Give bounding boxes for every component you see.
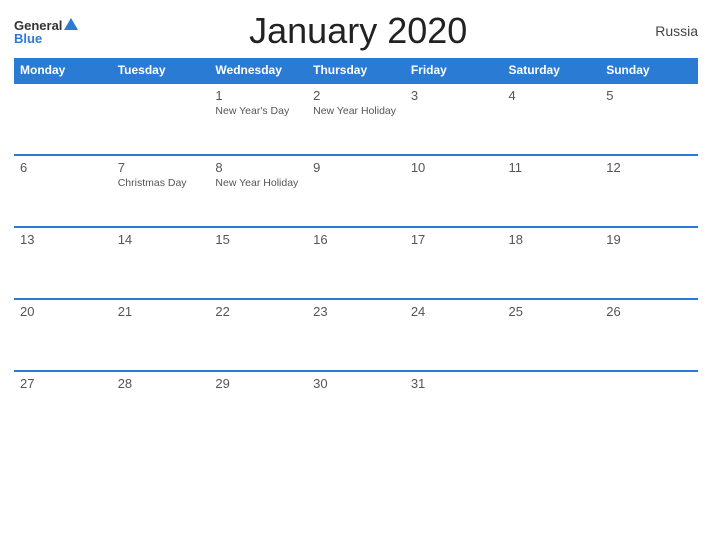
calendar-cell: 31 [405,371,503,443]
calendar-cell: 6 [14,155,112,227]
day-number: 14 [118,232,204,247]
calendar-cell: 8 New Year Holiday [209,155,307,227]
calendar-cell: 17 [405,227,503,299]
logo-blue-text: Blue [14,32,78,45]
day-number: 28 [118,376,204,391]
day-number: 24 [411,304,497,319]
calendar-cell: 4 [503,83,601,155]
day-number: 12 [606,160,692,175]
day-number: 11 [509,160,595,175]
calendar-header-row: MondayTuesdayWednesdayThursdayFridaySatu… [14,58,698,83]
calendar-cell: 16 [307,227,405,299]
calendar-cell: 23 [307,299,405,371]
day-number: 18 [509,232,595,247]
day-number: 17 [411,232,497,247]
day-number: 5 [606,88,692,103]
day-number: 31 [411,376,497,391]
day-header-sunday: Sunday [600,58,698,83]
calendar-cell: 14 [112,227,210,299]
calendar-cell: 27 [14,371,112,443]
day-number: 27 [20,376,106,391]
calendar-cell: 12 [600,155,698,227]
calendar-cell: 5 [600,83,698,155]
day-number: 19 [606,232,692,247]
day-number: 6 [20,160,106,175]
calendar-cell: 28 [112,371,210,443]
calendar-cell [112,83,210,155]
day-header-friday: Friday [405,58,503,83]
calendar-cell: 11 [503,155,601,227]
day-number: 16 [313,232,399,247]
calendar-cell: 1 New Year's Day [209,83,307,155]
day-number: 21 [118,304,204,319]
calendar-cell: 15 [209,227,307,299]
calendar-cell: 13 [14,227,112,299]
holiday-name: New Year Holiday [215,177,301,191]
calendar-cell: 9 [307,155,405,227]
country-label: Russia [638,23,698,39]
calendar-week-row: 67 Christmas Day 8 New Year Holiday 9 10 11 12 [14,155,698,227]
calendar-table: MondayTuesdayWednesdayThursdayFridaySatu… [14,58,698,443]
calendar-cell: 25 [503,299,601,371]
day-number: 4 [509,88,595,103]
calendar-cell: 26 [600,299,698,371]
day-header-monday: Monday [14,58,112,83]
calendar-cell [503,371,601,443]
day-number: 13 [20,232,106,247]
day-number: 22 [215,304,301,319]
calendar-cell: 29 [209,371,307,443]
calendar-cell [14,83,112,155]
holiday-name: Christmas Day [118,177,204,191]
calendar-cell: 24 [405,299,503,371]
calendar-cell: 30 [307,371,405,443]
day-number: 10 [411,160,497,175]
day-number: 3 [411,88,497,103]
calendar-week-row: 27 28 29 30 31 [14,371,698,443]
day-header-tuesday: Tuesday [112,58,210,83]
calendar-week-row: 13 14 15 16 17 18 19 [14,227,698,299]
day-number: 1 [215,88,301,103]
logo-triangle-icon [64,18,78,30]
calendar-cell: 19 [600,227,698,299]
day-number: 26 [606,304,692,319]
calendar-page: General Blue January 2020 Russia MondayT… [0,0,712,550]
day-number: 23 [313,304,399,319]
holiday-name: New Year's Day [215,105,301,119]
day-number: 29 [215,376,301,391]
day-number: 20 [20,304,106,319]
day-number: 25 [509,304,595,319]
day-header-wednesday: Wednesday [209,58,307,83]
calendar-cell: 22 [209,299,307,371]
calendar-cell: 21 [112,299,210,371]
day-header-saturday: Saturday [503,58,601,83]
day-number: 7 [118,160,204,175]
day-number: 8 [215,160,301,175]
calendar-cell: 2 New Year Holiday [307,83,405,155]
logo: General Blue [14,18,78,45]
calendar-cell: 3 [405,83,503,155]
calendar-week-row: 20 21 22 23 24 25 26 [14,299,698,371]
day-header-thursday: Thursday [307,58,405,83]
logo-general-text: General [14,19,62,32]
month-title: January 2020 [78,10,638,52]
day-number: 30 [313,376,399,391]
day-number: 2 [313,88,399,103]
day-number: 15 [215,232,301,247]
calendar-cell: 7 Christmas Day [112,155,210,227]
calendar-cell: 18 [503,227,601,299]
calendar-week-row: 1 New Year's Day 2 New Year Holiday 345 [14,83,698,155]
day-number: 9 [313,160,399,175]
calendar-cell: 10 [405,155,503,227]
holiday-name: New Year Holiday [313,105,399,119]
calendar-cell: 20 [14,299,112,371]
header: General Blue January 2020 Russia [14,10,698,52]
calendar-cell [600,371,698,443]
